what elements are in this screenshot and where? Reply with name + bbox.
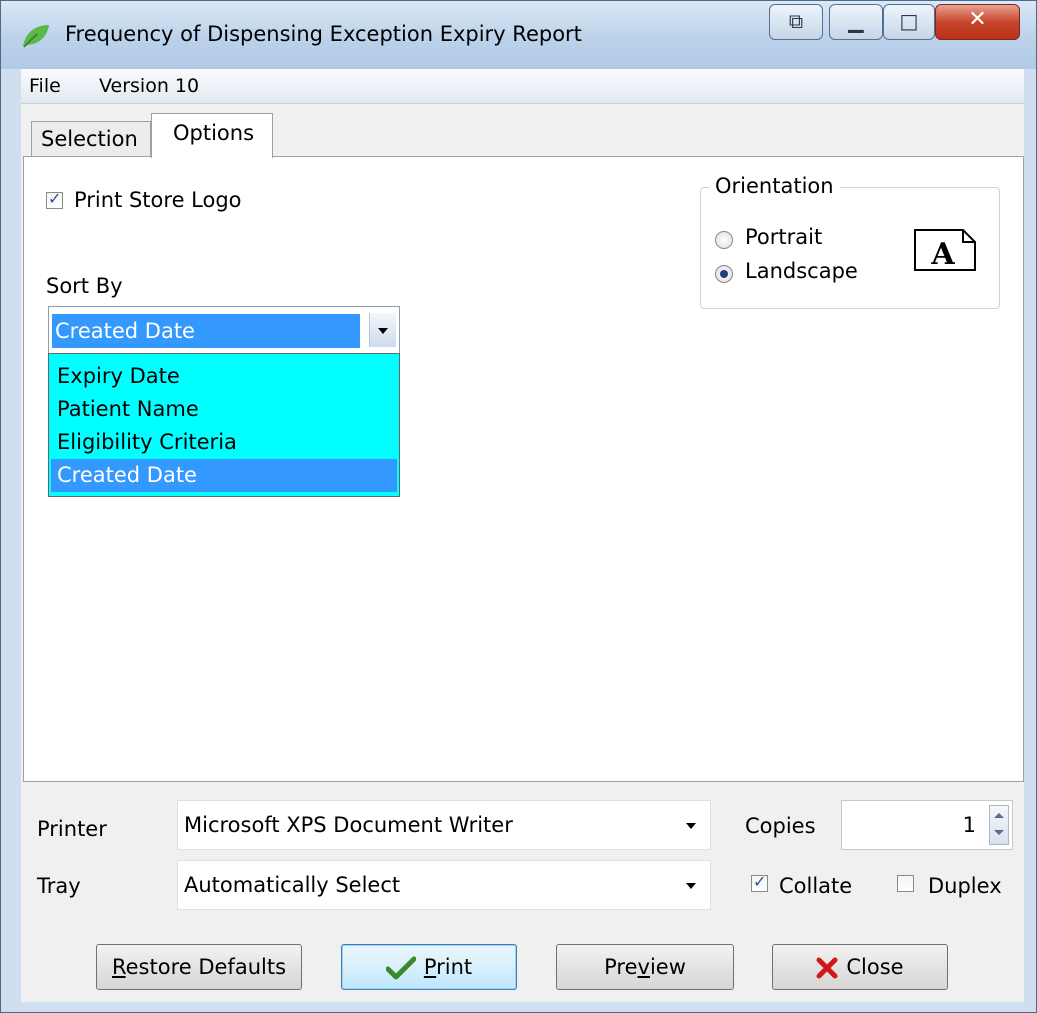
copies-value: 1: [962, 813, 976, 837]
restore-defaults-label: estore Defaults: [125, 955, 287, 979]
collate-label: Collate: [779, 874, 853, 898]
leaf-icon: [23, 25, 49, 48]
preview-accel: v: [637, 955, 650, 979]
orientation-group: Orientation Portrait Landscape A: [700, 174, 1000, 309]
sort-by-label: Sort By: [46, 274, 123, 298]
tab-options[interactable]: Options: [151, 113, 273, 158]
close-icon: ✕: [968, 7, 987, 32]
restore-icon: ⧉: [788, 9, 804, 33]
menu-file[interactable]: File: [29, 75, 61, 97]
copies-spin-buttons[interactable]: [989, 805, 1009, 845]
sort-option-eligibility-criteria[interactable]: Eligibility Criteria: [51, 426, 397, 459]
maximize-icon: □: [899, 9, 919, 33]
restore-accel: R: [111, 955, 126, 979]
preview-label-a: Pre: [604, 955, 638, 979]
maximize-button[interactable]: □: [883, 4, 935, 40]
landscape-radio[interactable]: [715, 265, 733, 283]
dialog-body: Selection Options ✓ Print Store Logo Sor…: [21, 104, 1024, 1002]
close-label: Close: [846, 955, 904, 979]
printer-combo[interactable]: Microsoft XPS Document Writer: [177, 800, 711, 850]
print-accel: P: [423, 955, 437, 979]
chevron-down-icon: [378, 328, 388, 334]
checkmark-icon: ✓: [48, 189, 62, 208]
copies-spinner[interactable]: 1: [841, 800, 1013, 850]
checkmark-icon: ✓: [753, 872, 767, 891]
tab-selection[interactable]: Selection: [31, 121, 151, 157]
tray-combo[interactable]: Automatically Select: [177, 860, 711, 910]
print-button[interactable]: Print: [341, 944, 517, 990]
duplex-label: Duplex: [928, 874, 1002, 898]
tray-value: Automatically Select: [184, 873, 401, 897]
restore-window-button[interactable]: ⧉: [769, 4, 823, 40]
collate-checkbox[interactable]: ✓: [751, 872, 768, 892]
chevron-down-icon: [686, 823, 696, 829]
orientation-legend: Orientation: [709, 174, 840, 198]
portrait-radio[interactable]: [715, 231, 733, 249]
spin-down-icon[interactable]: [994, 830, 1004, 835]
sort-option-created-date[interactable]: Created Date: [51, 459, 397, 492]
preview-label-b: iew: [649, 955, 686, 979]
radio-selected-dot: [720, 270, 728, 278]
sort-option-expiry-date[interactable]: Expiry Date: [51, 360, 397, 393]
sort-by-value: Created Date: [52, 314, 360, 348]
orientation-letter: A: [930, 237, 955, 272]
sort-by-combo[interactable]: Created Date: [48, 306, 400, 354]
printer-label: Printer: [37, 817, 107, 841]
minimize-button[interactable]: ▁: [829, 4, 883, 40]
chevron-down-icon: [686, 883, 696, 889]
portrait-label: Portrait: [745, 225, 823, 249]
spin-up-icon[interactable]: [994, 813, 1004, 818]
preview-button[interactable]: Preview: [556, 944, 734, 990]
print-label: rint: [436, 955, 473, 979]
title-bar[interactable]: Frequency of Dispensing Exception Expiry…: [1, 1, 1036, 69]
window-close-button[interactable]: ✕: [935, 4, 1020, 40]
landscape-label: Landscape: [745, 259, 858, 283]
close-x-icon: [816, 957, 838, 979]
sort-by-dropdown-list: Expiry Date Patient Name Eligibility Cri…: [48, 353, 400, 497]
minimize-icon: ▁: [848, 9, 864, 33]
duplex-checkbox[interactable]: [897, 875, 914, 892]
landscape-page-icon: A: [914, 229, 976, 272]
report-window: Frequency of Dispensing Exception Expiry…: [0, 0, 1037, 1013]
sort-option-patient-name[interactable]: Patient Name: [51, 393, 397, 426]
window-title: Frequency of Dispensing Exception Expiry…: [65, 22, 582, 46]
menu-bar: File Version 10: [21, 69, 1024, 104]
printer-value: Microsoft XPS Document Writer: [184, 813, 513, 837]
close-button[interactable]: Close: [772, 944, 948, 990]
menu-version[interactable]: Version 10: [99, 75, 199, 97]
copies-label: Copies: [745, 814, 816, 838]
options-panel: ✓ Print Store Logo Sort By Created Date …: [23, 156, 1024, 782]
dropdown-arrow-button[interactable]: [369, 313, 396, 347]
checkmark-icon: [385, 956, 416, 980]
tray-label: Tray: [37, 874, 81, 898]
print-store-logo-checkbox[interactable]: ✓: [46, 189, 63, 209]
restore-defaults-button[interactable]: Restore Defaults: [96, 944, 302, 990]
print-store-logo-label: Print Store Logo: [74, 188, 242, 212]
